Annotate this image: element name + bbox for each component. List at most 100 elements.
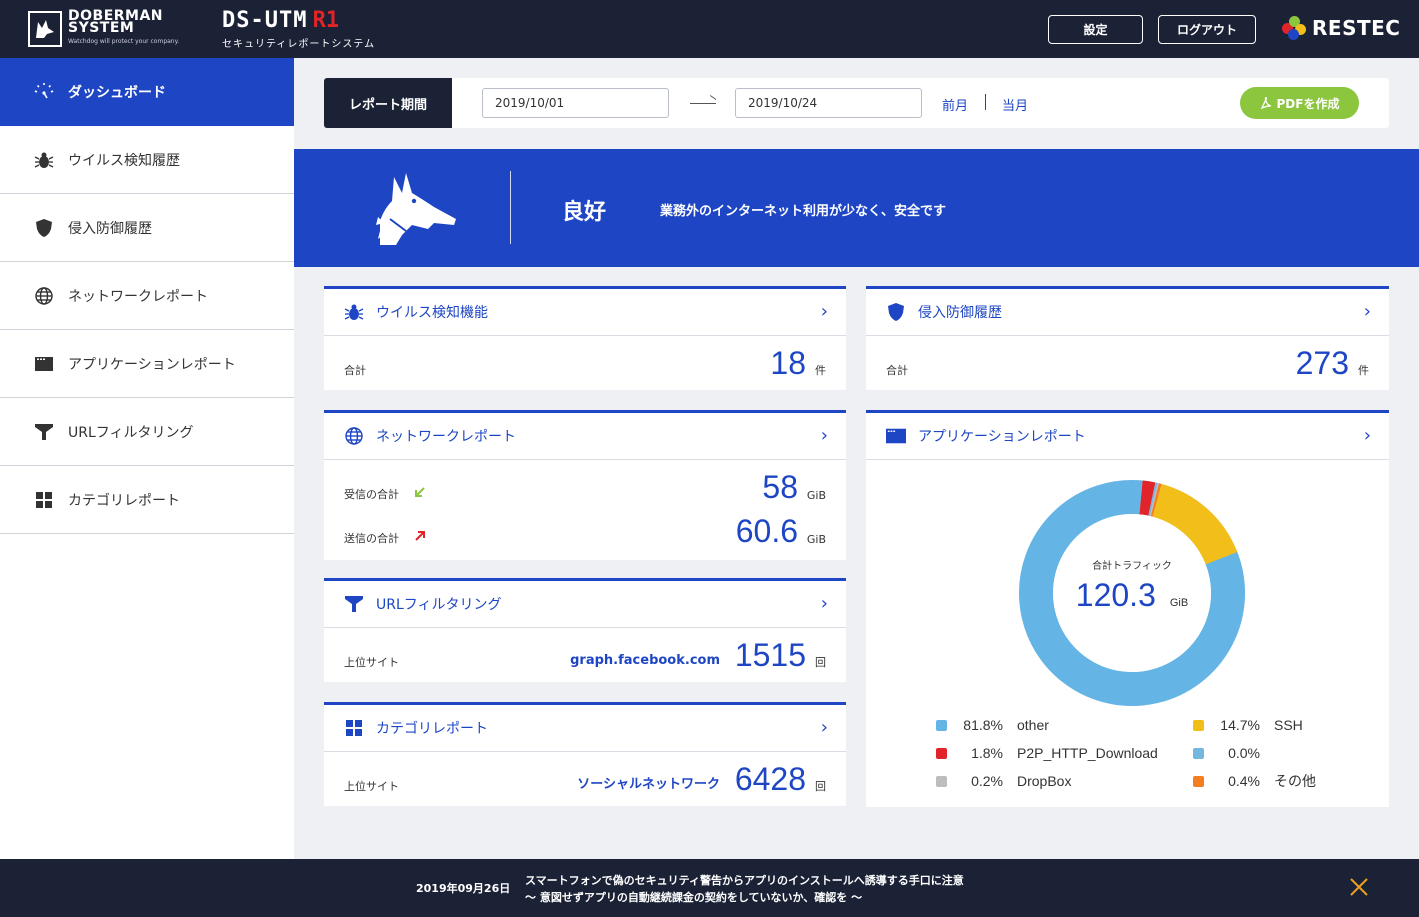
legend-item: 0.0% bbox=[1193, 743, 1274, 763]
pdf-icon bbox=[1260, 97, 1272, 109]
sidebar-item-label: ウイルス検知履歴 bbox=[68, 152, 180, 169]
app-window-icon bbox=[33, 353, 55, 375]
card-header[interactable]: 侵入防御履歴 › bbox=[866, 289, 1389, 336]
url-filtering-card[interactable]: URLフィルタリング › 上位サイト graph.facebook.com 15… bbox=[324, 578, 846, 682]
vendor-name: RESTEC bbox=[1312, 16, 1401, 40]
card-title: ネットワークレポート bbox=[376, 429, 516, 445]
legend-name: その他 bbox=[1274, 773, 1316, 789]
ips-total-value: 273 bbox=[1295, 345, 1349, 381]
legend-percent: 81.8% bbox=[963, 717, 1003, 733]
top-site-row: 上位サイト graph.facebook.com 1515 回 bbox=[324, 628, 846, 680]
sidebar-item-dashboard[interactable]: ダッシュボード bbox=[0, 58, 294, 126]
status-divider bbox=[510, 171, 511, 244]
app-window-icon bbox=[886, 426, 906, 446]
legend-percent: 0.2% bbox=[971, 773, 1003, 789]
received-total-row: 受信の合計 58 GiB bbox=[324, 460, 846, 512]
row-label: 合計 bbox=[886, 364, 908, 377]
legend-name: SSH bbox=[1274, 717, 1303, 733]
donut-slice-P2P_HTTP_Download bbox=[1139, 480, 1156, 516]
status-message: 業務外のインターネット利用が少なく、安全です bbox=[660, 204, 947, 219]
doberman-guard-icon bbox=[372, 169, 462, 249]
top-category-name[interactable]: ソーシャルネットワーク bbox=[577, 773, 720, 792]
previous-month-link[interactable]: 前月 bbox=[942, 95, 968, 114]
sent-total-value: 60.6 bbox=[735, 513, 798, 549]
sent-total-row: 送信の合計 60.6 GiB bbox=[324, 512, 846, 556]
total-traffic-value: 120.3 bbox=[1075, 577, 1156, 613]
grid-icon bbox=[33, 489, 55, 511]
shield-icon bbox=[33, 217, 55, 239]
brand-tagline: Watchdog will protect your company. bbox=[68, 38, 180, 45]
chevron-right-icon[interactable]: › bbox=[821, 303, 828, 321]
top-site-name[interactable]: graph.facebook.com bbox=[570, 653, 720, 668]
main-content: レポート期間 前月 当月 PDFを作成 良好 業務外のインターネット利用が少なく… bbox=[294, 58, 1419, 859]
settings-button[interactable]: 設定 bbox=[1048, 15, 1143, 44]
legend-item: 14.7% SSH bbox=[1193, 715, 1303, 735]
legend-percent: 14.7% bbox=[1220, 717, 1260, 733]
card-title: 侵入防御履歴 bbox=[918, 305, 1002, 321]
sidebar-item-label: ネットワークレポート bbox=[68, 288, 208, 305]
row-unit: 回 bbox=[815, 656, 826, 669]
chevron-right-icon[interactable]: › bbox=[1364, 427, 1371, 445]
sidebar-item-url-filtering[interactable]: URLフィルタリング bbox=[0, 398, 294, 466]
application-report-card[interactable]: アプリケーションレポート › 合計トラフィック 120.3 GiB 81.8% o… bbox=[866, 410, 1389, 807]
sidebar-item-virus[interactable]: ウイルス検知履歴 bbox=[0, 126, 294, 194]
virus-detection-card[interactable]: ウイルス検知機能 › 合計 18 件 bbox=[324, 286, 846, 390]
bug-icon bbox=[33, 149, 55, 171]
row-label: 合計 bbox=[344, 364, 366, 377]
create-pdf-button[interactable]: PDFを作成 bbox=[1240, 87, 1359, 119]
card-header[interactable]: URLフィルタリング › bbox=[324, 581, 846, 628]
link-divider bbox=[985, 94, 986, 110]
legend-item: 0.2% DropBox bbox=[936, 771, 1071, 791]
chevron-right-icon[interactable]: › bbox=[821, 719, 828, 737]
intrusion-prevention-card[interactable]: 侵入防御履歴 › 合計 273 件 bbox=[866, 286, 1389, 390]
card-header[interactable]: カテゴリレポート › bbox=[324, 705, 846, 752]
current-month-link[interactable]: 当月 bbox=[1002, 95, 1028, 114]
sidebar-item-network[interactable]: ネットワークレポート bbox=[0, 262, 294, 330]
news-footer: 2019年09月26日 スマートフォンで偽のセキュリティ警告からアプリのインスト… bbox=[0, 859, 1419, 917]
sidebar-item-category[interactable]: カテゴリレポート bbox=[0, 466, 294, 534]
doberman-head-icon bbox=[28, 11, 62, 47]
chevron-right-icon[interactable]: › bbox=[821, 427, 828, 445]
legend-swatch bbox=[936, 775, 947, 787]
logout-button[interactable]: ログアウト bbox=[1158, 15, 1256, 44]
legend-swatch bbox=[1193, 719, 1204, 731]
card-title: ウイルス検知機能 bbox=[376, 305, 488, 321]
upload-arrow-icon bbox=[414, 527, 426, 546]
row-label: 受信の合計 bbox=[344, 488, 399, 501]
shield-icon bbox=[886, 302, 906, 322]
total-traffic-unit: GiB bbox=[1169, 597, 1189, 609]
top-category-row: 上位サイト ソーシャルネットワーク 6428 回 bbox=[324, 752, 846, 804]
report-period-bar: レポート期間 前月 当月 PDFを作成 bbox=[324, 78, 1389, 128]
sidebar-item-application[interactable]: アプリケーションレポート bbox=[0, 330, 294, 398]
card-header[interactable]: ウイルス検知機能 › bbox=[324, 289, 846, 336]
news-headline[interactable]: スマートフォンで偽のセキュリティ警告からアプリのインストールへ誘導する手口に注意… bbox=[525, 872, 964, 906]
legend-item: 0.4% その他 bbox=[1193, 771, 1316, 791]
filter-icon bbox=[33, 421, 55, 443]
chevron-right-icon[interactable]: › bbox=[821, 595, 828, 613]
sidebar-item-label: カテゴリレポート bbox=[68, 492, 180, 509]
status-title: 良好 bbox=[562, 200, 607, 225]
row-unit: 件 bbox=[1358, 364, 1369, 377]
card-header[interactable]: ネットワークレポート › bbox=[324, 413, 846, 460]
ips-total-row: 合計 273 件 bbox=[866, 336, 1389, 388]
download-arrow-icon bbox=[414, 483, 426, 502]
received-total-value: 58 bbox=[762, 469, 798, 505]
create-pdf-label: PDFを作成 bbox=[1276, 96, 1340, 111]
date-to-input[interactable] bbox=[735, 88, 922, 118]
card-header[interactable]: アプリケーションレポート › bbox=[866, 413, 1389, 460]
chevron-right-icon[interactable]: › bbox=[1364, 303, 1371, 321]
globe-icon bbox=[33, 285, 55, 307]
category-report-card[interactable]: カテゴリレポート › 上位サイト ソーシャルネットワーク 6428 回 bbox=[324, 702, 846, 806]
sidebar-item-label: ダッシュボード bbox=[68, 85, 166, 101]
legend-item: 1.8% P2P_HTTP_Download bbox=[936, 743, 1158, 763]
legend-name: P2P_HTTP_Download bbox=[1017, 745, 1158, 761]
legend-percent: 0.0% bbox=[1228, 745, 1260, 761]
date-from-input[interactable] bbox=[482, 88, 669, 118]
close-icon[interactable] bbox=[1346, 874, 1372, 900]
donut-center-label: 合計トラフィック bbox=[1092, 561, 1172, 572]
legend-percent: 1.8% bbox=[971, 745, 1003, 761]
sidebar-item-ips[interactable]: 侵入防御履歴 bbox=[0, 194, 294, 262]
network-report-card[interactable]: ネットワークレポート › 受信の合計 58 GiB 送信の合計 60.6 GiB bbox=[324, 410, 846, 560]
filter-icon bbox=[344, 594, 364, 614]
virus-total-value: 18 bbox=[770, 345, 806, 381]
